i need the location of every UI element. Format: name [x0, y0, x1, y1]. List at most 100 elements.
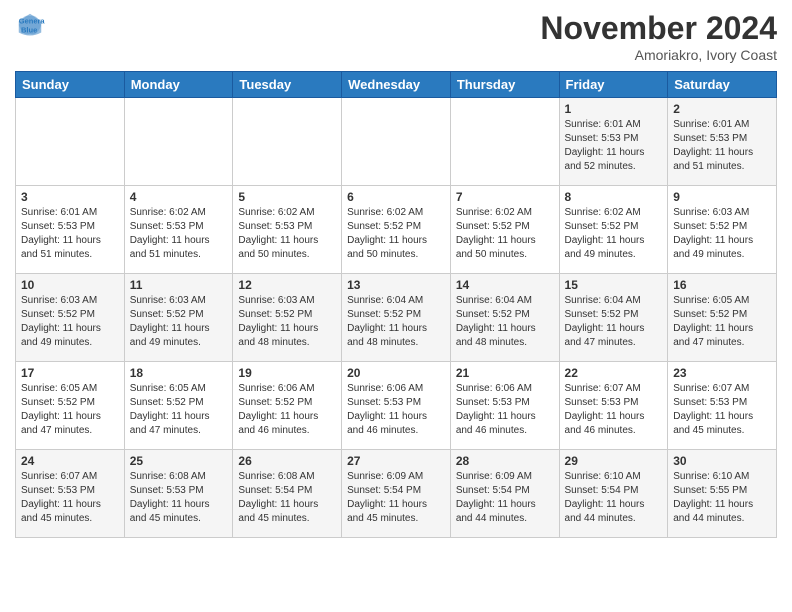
day-info: Sunrise: 6:03 AM Sunset: 5:52 PM Dayligh…: [21, 294, 119, 350]
day-number: 8: [565, 190, 663, 204]
day-info: Sunrise: 6:02 AM Sunset: 5:52 PM Dayligh…: [565, 206, 663, 262]
weekday-header-row: SundayMondayTuesdayWednesdayThursdayFrid…: [16, 72, 777, 98]
calendar-cell: 20 Sunrise: 6:06 AM Sunset: 5:53 PM Dayli…: [342, 362, 451, 450]
calendar-cell: 27 Sunrise: 6:09 AM Sunset: 5:54 PM Dayli…: [342, 450, 451, 538]
calendar-cell: 21 Sunrise: 6:06 AM Sunset: 5:53 PM Dayli…: [450, 362, 559, 450]
location: Amoriakro, Ivory Coast: [540, 47, 777, 63]
svg-text:General: General: [19, 17, 45, 26]
logo-icon: General Blue: [15, 10, 45, 40]
day-number: 26: [238, 454, 336, 468]
day-info: Sunrise: 6:05 AM Sunset: 5:52 PM Dayligh…: [21, 382, 119, 438]
day-info: Sunrise: 6:02 AM Sunset: 5:52 PM Dayligh…: [347, 206, 445, 262]
day-number: 22: [565, 366, 663, 380]
day-number: 12: [238, 278, 336, 292]
calendar-cell: 24 Sunrise: 6:07 AM Sunset: 5:53 PM Dayli…: [16, 450, 125, 538]
calendar-cell: 17 Sunrise: 6:05 AM Sunset: 5:52 PM Dayli…: [16, 362, 125, 450]
day-info: Sunrise: 6:10 AM Sunset: 5:55 PM Dayligh…: [673, 470, 771, 526]
page: General Blue November 2024 Amoriakro, Iv…: [0, 0, 792, 548]
day-number: 30: [673, 454, 771, 468]
calendar-cell: 2 Sunrise: 6:01 AM Sunset: 5:53 PM Daylig…: [668, 98, 777, 186]
day-info: Sunrise: 6:09 AM Sunset: 5:54 PM Dayligh…: [456, 470, 554, 526]
week-row-3: 10Sunrise: 6:03 AM Sunset: 5:52 PM Dayli…: [16, 274, 777, 362]
day-number: 15: [565, 278, 663, 292]
logo: General Blue: [15, 10, 49, 40]
day-number: 1: [565, 102, 663, 116]
calendar-cell: 9 Sunrise: 6:03 AM Sunset: 5:52 PM Daylig…: [668, 186, 777, 274]
day-info: Sunrise: 6:06 AM Sunset: 5:53 PM Dayligh…: [347, 382, 445, 438]
day-number: 29: [565, 454, 663, 468]
day-number: 24: [21, 454, 119, 468]
calendar-cell: 8 Sunrise: 6:02 AM Sunset: 5:52 PM Daylig…: [559, 186, 668, 274]
calendar-cell: 18 Sunrise: 6:05 AM Sunset: 5:52 PM Dayli…: [124, 362, 233, 450]
day-number: 14: [456, 278, 554, 292]
calendar-cell: 22 Sunrise: 6:07 AM Sunset: 5:53 PM Dayli…: [559, 362, 668, 450]
calendar-cell: 25 Sunrise: 6:08 AM Sunset: 5:53 PM Dayli…: [124, 450, 233, 538]
calendar-cell: 16 Sunrise: 6:05 AM Sunset: 5:52 PM Dayli…: [668, 274, 777, 362]
day-info: Sunrise: 6:03 AM Sunset: 5:52 PM Dayligh…: [130, 294, 228, 350]
calendar-cell: 15 Sunrise: 6:04 AM Sunset: 5:52 PM Dayli…: [559, 274, 668, 362]
weekday-header-monday: Monday: [124, 72, 233, 98]
day-info: Sunrise: 6:03 AM Sunset: 5:52 PM Dayligh…: [238, 294, 336, 350]
calendar-cell: [342, 98, 451, 186]
calendar-cell: 23Sunrise: 6:07 AM Sunset: 5:53 PM Dayli…: [668, 362, 777, 450]
day-number: 25: [130, 454, 228, 468]
day-number: 19: [238, 366, 336, 380]
day-info: Sunrise: 6:01 AM Sunset: 5:53 PM Dayligh…: [565, 118, 663, 174]
day-info: Sunrise: 6:01 AM Sunset: 5:53 PM Dayligh…: [673, 118, 771, 174]
calendar-cell: 26Sunrise: 6:08 AM Sunset: 5:54 PM Dayli…: [233, 450, 342, 538]
day-number: 9: [673, 190, 771, 204]
day-info: Sunrise: 6:04 AM Sunset: 5:52 PM Dayligh…: [456, 294, 554, 350]
calendar-cell: [124, 98, 233, 186]
calendar-cell: [450, 98, 559, 186]
day-info: Sunrise: 6:01 AM Sunset: 5:53 PM Dayligh…: [21, 206, 119, 262]
day-info: Sunrise: 6:04 AM Sunset: 5:52 PM Dayligh…: [565, 294, 663, 350]
svg-text:Blue: Blue: [21, 26, 37, 35]
weekday-header-sunday: Sunday: [16, 72, 125, 98]
day-number: 20: [347, 366, 445, 380]
day-info: Sunrise: 6:05 AM Sunset: 5:52 PM Dayligh…: [130, 382, 228, 438]
month-title: November 2024: [540, 10, 777, 47]
day-info: Sunrise: 6:06 AM Sunset: 5:52 PM Dayligh…: [238, 382, 336, 438]
title-block: November 2024 Amoriakro, Ivory Coast: [540, 10, 777, 63]
calendar-cell: 10Sunrise: 6:03 AM Sunset: 5:52 PM Dayli…: [16, 274, 125, 362]
day-number: 4: [130, 190, 228, 204]
day-info: Sunrise: 6:09 AM Sunset: 5:54 PM Dayligh…: [347, 470, 445, 526]
day-info: Sunrise: 6:08 AM Sunset: 5:53 PM Dayligh…: [130, 470, 228, 526]
calendar-cell: 14 Sunrise: 6:04 AM Sunset: 5:52 PM Dayli…: [450, 274, 559, 362]
calendar-cell: [233, 98, 342, 186]
weekday-header-friday: Friday: [559, 72, 668, 98]
day-number: 28: [456, 454, 554, 468]
day-info: Sunrise: 6:07 AM Sunset: 5:53 PM Dayligh…: [673, 382, 771, 438]
day-number: 3: [21, 190, 119, 204]
day-info: Sunrise: 6:02 AM Sunset: 5:53 PM Dayligh…: [130, 206, 228, 262]
calendar-cell: 11Sunrise: 6:03 AM Sunset: 5:52 PM Dayli…: [124, 274, 233, 362]
day-info: Sunrise: 6:03 AM Sunset: 5:52 PM Dayligh…: [673, 206, 771, 262]
calendar: SundayMondayTuesdayWednesdayThursdayFrid…: [15, 71, 777, 538]
day-info: Sunrise: 6:07 AM Sunset: 5:53 PM Dayligh…: [565, 382, 663, 438]
day-info: Sunrise: 6:04 AM Sunset: 5:52 PM Dayligh…: [347, 294, 445, 350]
day-number: 27: [347, 454, 445, 468]
calendar-cell: 3 Sunrise: 6:01 AM Sunset: 5:53 PM Daylig…: [16, 186, 125, 274]
day-number: 13: [347, 278, 445, 292]
calendar-cell: 28 Sunrise: 6:09 AM Sunset: 5:54 PM Dayli…: [450, 450, 559, 538]
day-number: 16: [673, 278, 771, 292]
header: General Blue November 2024 Amoriakro, Iv…: [15, 10, 777, 63]
calendar-cell: 4 Sunrise: 6:02 AM Sunset: 5:53 PM Daylig…: [124, 186, 233, 274]
day-number: 6: [347, 190, 445, 204]
day-info: Sunrise: 6:10 AM Sunset: 5:54 PM Dayligh…: [565, 470, 663, 526]
weekday-header-saturday: Saturday: [668, 72, 777, 98]
week-row-2: 3 Sunrise: 6:01 AM Sunset: 5:53 PM Daylig…: [16, 186, 777, 274]
day-info: Sunrise: 6:07 AM Sunset: 5:53 PM Dayligh…: [21, 470, 119, 526]
day-number: 18: [130, 366, 228, 380]
day-info: Sunrise: 6:06 AM Sunset: 5:53 PM Dayligh…: [456, 382, 554, 438]
calendar-cell: 6 Sunrise: 6:02 AM Sunset: 5:52 PM Daylig…: [342, 186, 451, 274]
day-number: 2: [673, 102, 771, 116]
day-info: Sunrise: 6:02 AM Sunset: 5:53 PM Dayligh…: [238, 206, 336, 262]
day-number: 21: [456, 366, 554, 380]
day-info: Sunrise: 6:05 AM Sunset: 5:52 PM Dayligh…: [673, 294, 771, 350]
calendar-cell: [16, 98, 125, 186]
calendar-cell: 5Sunrise: 6:02 AM Sunset: 5:53 PM Daylig…: [233, 186, 342, 274]
day-number: 17: [21, 366, 119, 380]
calendar-cell: 12 Sunrise: 6:03 AM Sunset: 5:52 PM Dayli…: [233, 274, 342, 362]
day-info: Sunrise: 6:02 AM Sunset: 5:52 PM Dayligh…: [456, 206, 554, 262]
